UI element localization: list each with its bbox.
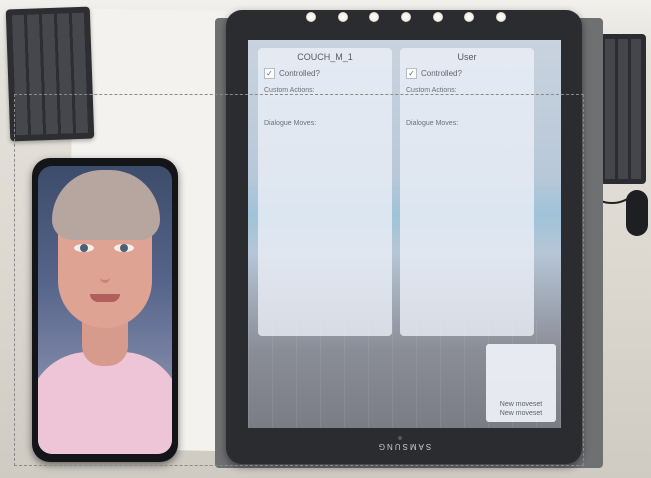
controlled-row[interactable]: ✓ Controlled? xyxy=(406,68,528,79)
light-reflection xyxy=(432,12,443,22)
dotted-annotation-box xyxy=(14,94,584,466)
custom-actions-label: Custom Actions: xyxy=(264,87,315,94)
light-reflection xyxy=(495,12,506,22)
light-reflection xyxy=(400,12,411,22)
light-reflection xyxy=(306,12,316,22)
controlled-label: Controlled? xyxy=(421,69,462,78)
light-reflection xyxy=(369,12,380,22)
light-reflection xyxy=(464,12,475,22)
custom-actions-label: Custom Actions: xyxy=(406,87,457,94)
panel-title: User xyxy=(457,52,477,62)
tablet-light-reflections xyxy=(306,12,506,22)
controlled-checkbox[interactable]: ✓ xyxy=(406,68,417,79)
panel-title: COUCH_M_1 xyxy=(297,52,353,62)
computer-mouse xyxy=(626,190,648,236)
controlled-label: Controlled? xyxy=(279,69,320,78)
photo-scene: COUCH_M_1 ✓ Controlled? Custom Actions: … xyxy=(0,0,651,478)
light-reflection xyxy=(337,12,348,22)
controlled-row[interactable]: ✓ Controlled? xyxy=(264,68,386,79)
controlled-checkbox[interactable]: ✓ xyxy=(264,68,275,79)
